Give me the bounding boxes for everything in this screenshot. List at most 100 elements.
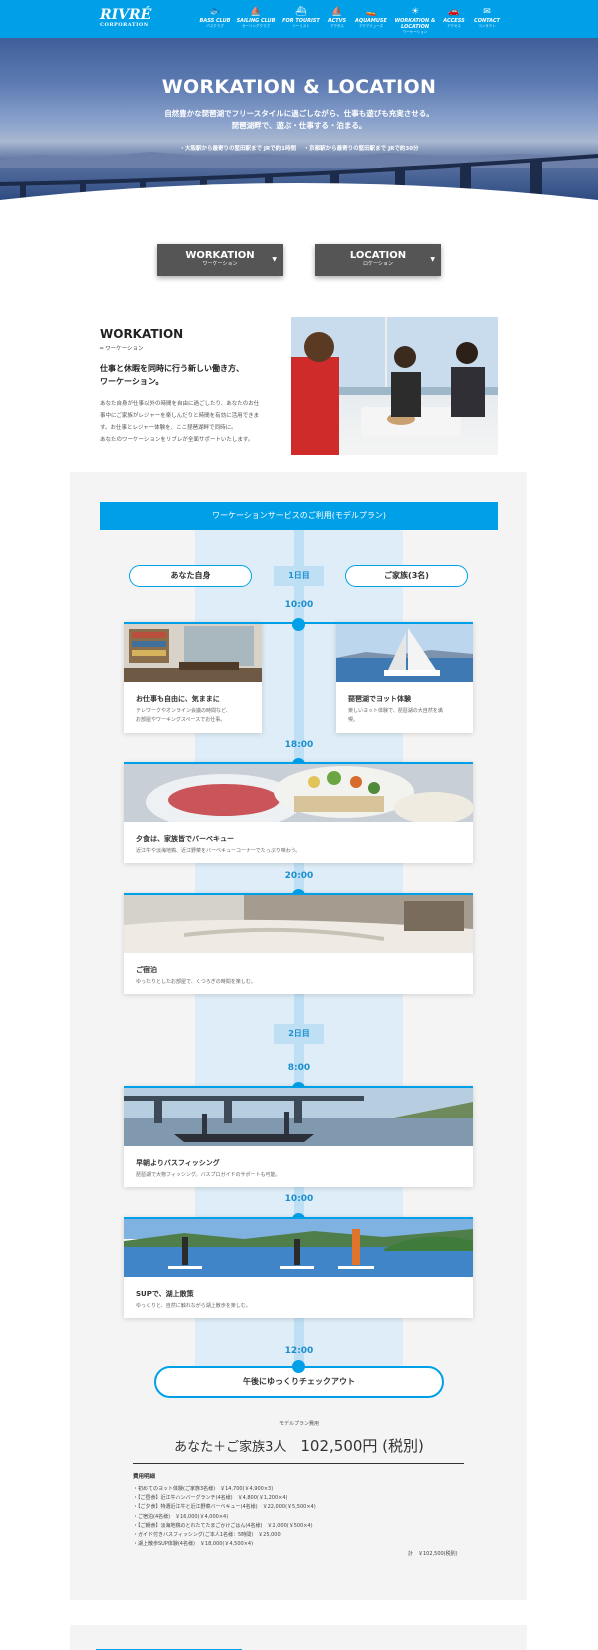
nav-sublabel: ツーリスト [292,24,310,28]
nav-sublabel: アクタス [330,24,344,28]
waterbike-icon: 🚤 [365,7,377,17]
section-title: WORKATION [100,327,184,341]
card-fishing: 早朝よりバスフィッシング 琵琶湖で大物フィッシング。バスプロガイドのサポートも可… [124,1086,473,1187]
page-title: WORKATION & LOCATION [161,76,437,98]
breakdown-title: 費用明細 [133,1474,156,1480]
tab-sublabel: ロケーション [363,261,393,267]
card-photo [124,1088,473,1146]
location-panel [70,1625,527,1650]
breakdown-total: 計 ￥102,500(税別) [408,1551,458,1557]
sailboat-icon: ⛵ [250,7,262,17]
fishing-photo [124,1088,473,1146]
fee-amount: 102,500円 (税別) [300,1437,424,1455]
family-label: ご家族(3名) [345,565,468,587]
boat-icon: ⛴ [295,7,307,17]
card-stay: ご宿泊 ゆったりとしたお部屋で、くつろぎの時間を楽しむ。 [124,893,473,994]
card-bbq: 夕食は、家族皆でバーベキュー 近江牛や淡海地鶏、近江野菜をバーベキューコーナーで… [124,762,473,863]
time-label: 8:00 [287,1063,311,1073]
intro-heading-line: ワーケーション。 [100,377,164,386]
sup-photo [124,1219,473,1277]
fee-label: モデルプラン費用 [278,1421,319,1427]
nav-label: WORKATION & LOCATION [394,18,436,30]
card-desc-line: 喫。 [348,717,359,723]
card-desc: ゆっくりと、自然に触れながら湖上散歩を楽しむ。 [136,1303,251,1309]
list-item: ・【ご夕食】特選近江牛と近江野菜バーベキュー(4名様) ￥22,000(￥5,5… [133,1504,316,1511]
card-title: 夕食は、家族皆でバーベキュー [136,835,234,843]
intro-photo [291,317,498,455]
card-desc: 楽しいヨット体験で、琵琶湖の大自然を満 喫。 [348,707,468,725]
list-item: ・ご宿泊(4名様) ￥16,000(￥4,000×4) [133,1513,229,1520]
access-osaka: ・大阪駅から最寄りの堅田駅まで JRで約1時間 [179,146,296,152]
sail-icon: ⛵ [331,7,343,17]
nav-sailing-club[interactable]: ⛵ SAILING CLUB セーリングクラブ [236,6,276,34]
time-label: 10:00 [284,1194,314,1204]
sun-icon: ☀ [410,7,420,17]
card-desc-line: 楽しいヨット体験で、琵琶湖の大自然を満 [348,708,443,714]
tab-sublabel: ワーケーション [202,261,238,267]
bbq-photo [124,764,473,822]
card-yacht: 琵琶湖でヨット体験 楽しいヨット体験で、琵琶湖の大自然を満 喫。 [336,622,473,733]
card-photo [124,1219,473,1277]
card-title: 琵琶湖でヨット体験 [348,695,411,703]
list-item: ・初めてのヨット体験(ご家族3名様) ￥14,700(￥4,900×3) [133,1486,274,1492]
card-title: ご宿泊 [136,966,157,974]
card-title: SUPで、湖上散策 [136,1290,194,1298]
hero-subtitle-line: 自然豊かな琵琶湖でフリースタイルに過ごしながら、仕事も遊びも充実させる。 [164,109,434,118]
logo-text: RIVRÉ [100,7,152,23]
hero-curve [0,183,598,200]
tab-workation[interactable]: WORKATION ワーケーション ▼ [157,244,283,276]
tab-label: LOCATION [349,250,407,261]
intro-body-line: あなた自身が仕事以外の時間を自由に過ごしたり、あなたのお仕 [100,401,260,407]
list-item: ・ガイド付きバスフィッシング(ご本人1名様：5時間) ￥25,000 [133,1532,281,1539]
card-work: お仕事も自由に、気ままに テレワークやオンライン会議の時間など、 お部屋やワーキ… [124,622,262,733]
nav-access[interactable]: 🚗 ACCESS アクセス [440,6,468,34]
intro-heading: 仕事と休暇を同時に行う新しい働き方、 ワーケーション。 [100,362,270,388]
nav-contact[interactable]: ✉ CONTACT コンタクト [472,6,502,34]
list-item: ・湖上散歩SUP体験(4名様) ￥18,000(￥4,500×4) [133,1541,254,1548]
nav-actvs[interactable]: ⛵ ACTVS アクタス [324,6,350,34]
nav-bass-club[interactable]: 🐟 BASS CLUB バスクラブ [194,6,236,34]
card-photo [336,624,473,682]
logo-sub: CORPORATION [100,22,149,28]
section-subtitle: ━ ワーケーション [100,346,144,352]
workspace-photo [124,624,262,682]
intro-body: あなた自身が仕事以外の時間を自由に過ごしたり、あなたのお仕 事中にご家族がレジャ… [100,398,275,446]
chevron-down-icon: ▼ [430,256,435,263]
card-sup: SUPで、湖上散策 ゆっくりと、自然に触れながら湖上散歩を楽しむ。 [124,1217,473,1318]
mail-icon: ✉ [483,7,491,17]
nav-workation-location[interactable]: ☀ WORKATION & LOCATION ワーケーション [394,6,436,34]
model-plan-heading: ワーケーションサービスのご利用(モデルプラン) [100,502,498,530]
divider [133,1463,464,1464]
nav-sublabel: アクアミューズ [358,24,384,28]
card-title: お仕事も自由に、気ままに [136,695,220,703]
card-desc: テレワークやオンライン会議の時間など、 お部屋やワーキングスペースでお仕事。 [136,707,256,725]
fee-who: あなた＋ご家族3人 [174,1440,287,1455]
card-desc: ゆったりとしたお部屋で、くつろぎの時間を楽しむ。 [136,979,256,985]
intro-heading-line: 仕事と休暇を同時に行う新しい働き方、 [100,364,244,373]
nav-sublabel: コンタクト [478,24,496,28]
list-item: ・【ご昼食】近江牛ハンバーグランチ(4名様) ￥4,800(￥1,200×4) [133,1495,288,1502]
hero-subtitle-line: 琵琶湖畔で、遊ぶ・仕事する・泊まる。 [231,121,367,130]
chevron-down-icon: ▼ [272,256,277,263]
yacht-party-photo [291,317,498,455]
nav-sublabel: アクセス [447,24,461,28]
hero-access: ・大阪駅から最寄りの堅田駅まで JRで約1時間 ・京都駅から最寄りの堅田駅まで … [0,144,598,152]
card-desc: 近江牛や淡海地鶏、近江野菜をバーベキューコーナーでたっぷり味わう。 [136,848,301,854]
intro-body-line: す。お仕事とレジャー体験を、ここ琵琶湖畔で同時に。 [100,425,237,431]
logo[interactable]: RIVRÉ CORPORATION [100,7,152,28]
site-header: RIVRÉ CORPORATION 🐟 BASS CLUB バスクラブ ⛵ SAILI… [0,0,598,38]
card-title: 早朝よりバスフィッシング [136,1159,220,1167]
tab-location[interactable]: LOCATION ロケーション ▼ [315,244,441,276]
hero-banner: WORKATION & LOCATION 自然豊かな琵琶湖でフリースタイルに過ご… [0,38,598,200]
timeline-dot [292,618,305,631]
time-label: 12:00 [284,1346,314,1356]
card-photo [124,895,473,953]
nav-for-tourist[interactable]: ⛴ FOR TOURIST ツーリスト [280,6,322,34]
intro-body-line: あなたのワーケーションをリブレが全面サポートいたします。 [100,437,254,443]
nav-aquamuse[interactable]: 🚤 AQUAMUSE アクアミューズ [354,6,388,34]
you-label: あなた自身 [129,565,252,587]
card-photo [124,764,473,822]
nav-sublabel: バスクラブ [206,24,224,28]
card-desc-line: お部屋やワーキングスペースでお仕事。 [136,717,226,723]
sailboat-photo [336,624,473,682]
